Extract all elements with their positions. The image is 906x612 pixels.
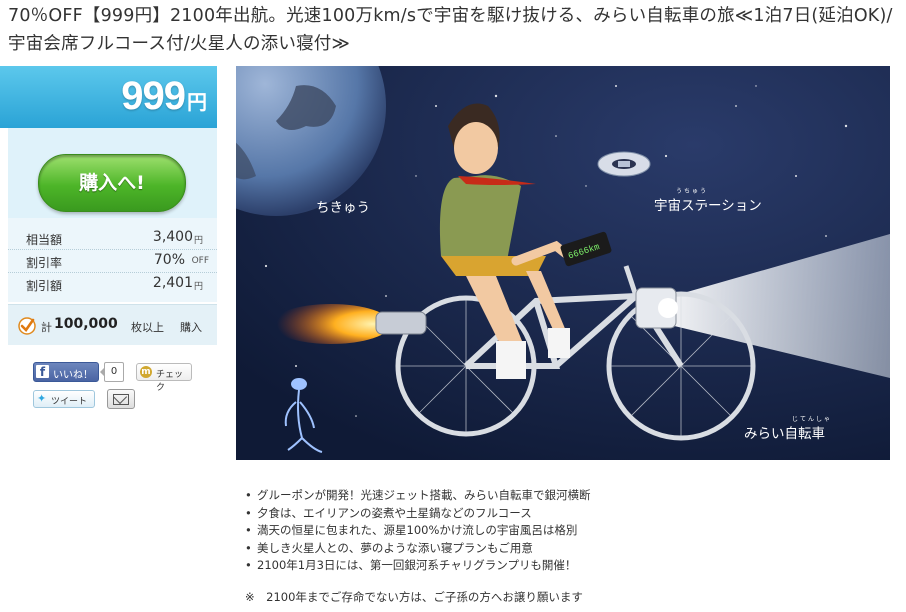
jet-engine	[375, 311, 427, 335]
price: 999 円	[121, 74, 207, 119]
tweet-button[interactable]: ✦ ツイート	[33, 390, 95, 408]
twitter-bird-icon: ✦	[37, 392, 47, 405]
info-unit: 円	[193, 282, 203, 292]
price-unit: 円	[187, 92, 207, 114]
like-count: 0	[100, 362, 124, 382]
space-bicycle-illustration: 6666km	[236, 66, 890, 460]
mixi-icon: m	[140, 366, 152, 378]
jet-flame	[271, 304, 391, 344]
earth-label: ちきゅう	[316, 200, 370, 216]
facebook-icon: f	[36, 365, 49, 379]
facebook-like-button[interactable]: f いいね！	[33, 362, 99, 382]
space-station-label: 宇宙ステーション	[654, 198, 762, 214]
list-item: 夕食は、エイリアンの姿煮や土星鍋などのフルコース	[245, 505, 591, 523]
bike-label: みらい自転車	[744, 426, 825, 442]
like-label: いいね！	[53, 370, 93, 381]
list-item: 2100年1月3日には、第一回銀河系チャリグランプリも開催！	[245, 557, 591, 575]
info-label: 相当額	[26, 233, 63, 247]
disclaimer-note: ※ 2100年までご存命でない方は、ご子孫の方へお譲り願います	[245, 590, 583, 604]
info-row-discount-rate: 割引率 70% OFF	[8, 249, 217, 273]
info-row-discount-amount: 割引額 2,401 円	[8, 272, 217, 295]
info-value: 3,400	[152, 229, 193, 245]
email-share-button[interactable]	[107, 389, 135, 409]
feature-list: グルーポンが開発！光速ジェット搭載、みらい自転車で銀河横断 夕食は、エイリアンの…	[245, 487, 591, 575]
sold-prefix: 計	[41, 321, 52, 334]
list-item: 美しき火星人との、夢のような添い寝プランもご用意	[245, 540, 591, 558]
sold-count: 計 100,000 枚以上 購入	[8, 304, 217, 345]
deal-info: 相当額 3,400 円 割引率 70% OFF 割引額 2,401 円	[8, 218, 217, 302]
space-station	[597, 151, 651, 177]
buy-button[interactable]: 購入へ!	[38, 154, 186, 212]
price-panel: 999 円	[0, 66, 217, 128]
info-value: 2,401	[152, 275, 193, 291]
mixi-check-button[interactable]: m チェック	[136, 363, 192, 393]
sold-action: 購入	[180, 321, 202, 334]
buy-area: 購入へ!	[8, 128, 217, 218]
info-label: 割引額	[26, 279, 63, 293]
list-item: 満天の恒星に包まれた、源星100%かけ流しの宇宙風呂は格別	[245, 522, 591, 540]
mail-icon	[113, 394, 129, 405]
deal-title: 70％OFF【999円】2100年出航。光速100万km/sで宇宙を駆け抜ける、…	[8, 6, 893, 54]
tweet-label: ツイート	[51, 397, 88, 407]
price-value: 999	[121, 74, 186, 118]
sold-number: 100,000	[54, 316, 118, 332]
checkmark-icon	[18, 317, 36, 335]
info-unit: 円	[193, 236, 203, 246]
info-label: 割引率	[26, 256, 63, 270]
info-unit: OFF	[191, 256, 209, 266]
mixi-label: チェック	[156, 370, 184, 393]
info-row-original-price: 相当額 3,400 円	[8, 226, 217, 250]
list-item: グルーポンが開発！光速ジェット搭載、みらい自転車で銀河横断	[245, 487, 591, 505]
info-value: 70%	[153, 252, 185, 268]
sold-suffix: 枚以上	[131, 321, 164, 334]
hero-image: 6666km ちきゅう うちゅう 宇宙ステーション じてんしゃ みらい自転車	[236, 66, 890, 460]
